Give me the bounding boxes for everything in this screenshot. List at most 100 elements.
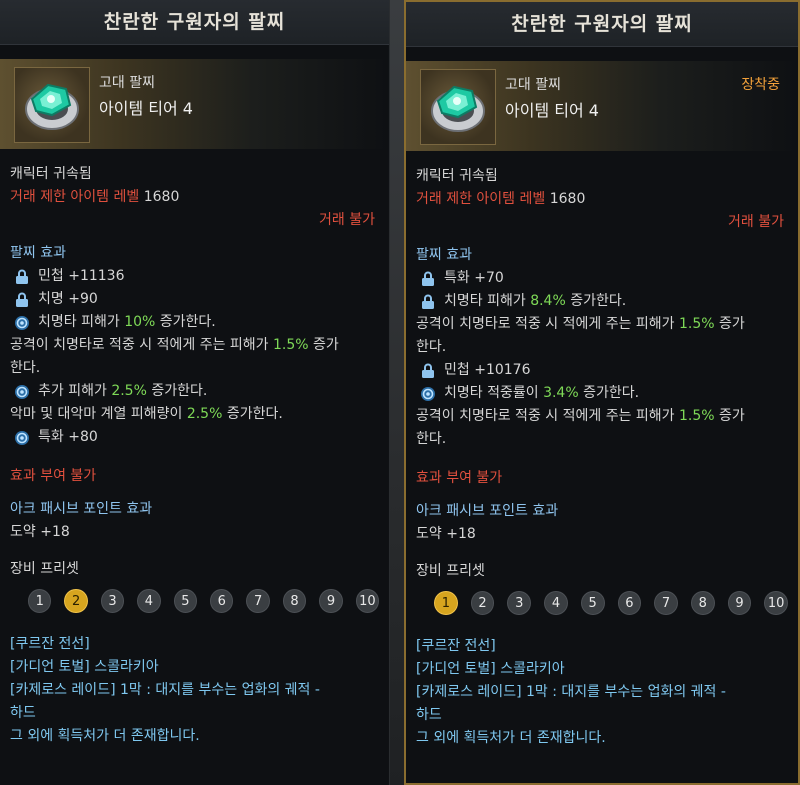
preset-header: 장비 프리셋: [416, 563, 485, 579]
effect-text: 치명타 피해가 10% 증가한다.: [38, 314, 216, 330]
source-item: [카제로스 레이드] 1막 : 대지를 부수는 업화의 궤적 -: [416, 684, 726, 700]
preset-button-8[interactable]: 8: [690, 591, 715, 615]
item-tier: 아이템 티어 4: [99, 99, 193, 118]
preset-list: 1 2 3 4 5 6 7 8 9 10: [416, 591, 789, 615]
effect-text: 공격이 치명타로 적중 시 적에게 주는 피해가 1.5% 증가: [10, 337, 339, 353]
preset-button-1[interactable]: 1: [434, 591, 458, 615]
effect-line: 특화 +80: [10, 426, 379, 449]
equipped-badge: 장착중: [741, 77, 780, 93]
source-item: [가디언 토벌] 스콜라키아: [10, 659, 159, 675]
effect-text: 특화 +80: [38, 429, 98, 445]
effect-line: 치명타 피해가 10% 증가한다.: [10, 311, 379, 334]
trade-status: 거래 불가: [728, 214, 784, 230]
source-item: [쿠르잔 전선]: [10, 636, 90, 652]
bracelet-icon: [420, 69, 496, 145]
effect-text: 한다.: [416, 339, 447, 355]
trade-limit: 거래 제한 아이템 레벨 1680: [416, 188, 788, 211]
preset-button-9[interactable]: 9: [319, 589, 343, 613]
preset-button-6[interactable]: 6: [210, 589, 234, 613]
effect-line: 민첩 +10176: [416, 359, 788, 382]
preset-button-4[interactable]: 4: [544, 591, 568, 615]
preset-button-5[interactable]: 5: [580, 591, 605, 615]
effect-line: 민첩 +11136: [10, 265, 379, 288]
bound-status: 캐릭터 귀속됨: [10, 166, 92, 182]
effect-line: 추가 피해가 2.5% 증가한다.: [10, 380, 379, 403]
item-header: 고대 팔찌 아이템 티어 4: [0, 59, 389, 149]
source-item: [쿠르잔 전선]: [416, 638, 496, 654]
source-item: [카제로스 레이드] 1막 : 대지를 부수는 업화의 궤적 -: [10, 682, 320, 698]
effect-text: 치명타 피해가 8.4% 증가한다.: [444, 293, 627, 309]
effect-line: 치명 +90: [10, 288, 379, 311]
lock-icon: [16, 292, 28, 307]
effect-text: 공격이 치명타로 적중 시 적에게 주는 피해가 1.5% 증가: [416, 408, 745, 424]
preset-button-7[interactable]: 7: [246, 589, 270, 613]
bracelet-icon: [14, 67, 90, 143]
trade-limit-label: 거래 제한 아이템 레벨: [416, 191, 546, 207]
preset-button-1[interactable]: 1: [28, 589, 52, 613]
lock-icon: [16, 269, 28, 284]
preset-button-10[interactable]: 10: [355, 589, 380, 613]
item-grade: 고대 팔찌: [505, 77, 561, 93]
effect-line: 치명타 피해가 8.4% 증가한다.: [416, 290, 788, 313]
preset-button-6[interactable]: 6: [617, 591, 642, 615]
effect-text: 악마 및 대악마 계열 피해량이 2.5% 증가한다.: [10, 406, 283, 422]
source-item: 그 외에 획득처가 더 존재합니다.: [416, 730, 606, 746]
source-item: 하드: [10, 705, 36, 721]
effect-text: 한다.: [416, 431, 447, 447]
source-list: [쿠르잔 전선] [가디언 토벌] 스콜라키아 [카제로스 레이드] 1막 : …: [10, 633, 379, 748]
item-grade: 고대 팔찌: [99, 75, 155, 91]
source-item: 그 외에 획득처가 더 존재합니다.: [10, 728, 200, 744]
preset-button-10[interactable]: 10: [764, 591, 789, 615]
trade-limit-value: 1680: [549, 191, 586, 207]
no-effect-label: 효과 부여 불가: [416, 470, 503, 486]
preset-button-3[interactable]: 3: [507, 591, 532, 615]
effect-header: 팔찌 효과: [10, 245, 66, 261]
source-item: [가디언 토벌] 스콜라키아: [416, 661, 565, 677]
effect-text: 추가 피해가 2.5% 증가한다.: [38, 383, 208, 399]
swirl-icon: [421, 386, 435, 401]
item-header: 고대 팔찌 아이템 티어 4 장착중: [406, 61, 798, 151]
ark-value: 도약 +18: [416, 526, 476, 542]
preset-button-4[interactable]: 4: [137, 589, 161, 613]
item-title: 찬란한 구원자의 팔찌: [406, 2, 798, 47]
effect-text: 치명타 적중률이 3.4% 증가한다.: [444, 385, 640, 401]
preset-button-2[interactable]: 2: [470, 591, 495, 615]
preset-header: 장비 프리셋: [10, 561, 79, 577]
preset-button-8[interactable]: 8: [282, 589, 307, 613]
ark-header: 아크 패시브 포인트 효과: [416, 503, 559, 519]
preset-button-2[interactable]: 2: [64, 589, 88, 613]
trade-limit-label: 거래 제한 아이템 레벨: [10, 189, 140, 205]
no-effect-label: 효과 부여 불가: [10, 468, 97, 484]
preset-button-3[interactable]: 3: [100, 589, 125, 613]
preset-button-7[interactable]: 7: [654, 591, 678, 615]
effect-text: 민첩 +10176: [444, 362, 531, 378]
ark-header: 아크 패시브 포인트 효과: [10, 501, 153, 517]
effect-line: 치명타 적중률이 3.4% 증가한다.: [416, 382, 788, 405]
swirl-icon: [15, 430, 29, 445]
lock-icon: [422, 363, 434, 378]
effect-header: 팔찌 효과: [416, 247, 472, 263]
source-item: 하드: [416, 707, 442, 723]
preset-button-5[interactable]: 5: [173, 589, 198, 613]
effect-line: 특화 +70: [416, 267, 788, 290]
ark-value: 도약 +18: [10, 524, 70, 540]
tooltip-panel-right: 찬란한 구원자의 팔찌 고대 팔찌 아이템 티어 4 장착중 캐릭터 귀속됨 거…: [404, 0, 800, 785]
lock-icon: [422, 271, 434, 286]
bound-status: 캐릭터 귀속됨: [416, 168, 498, 184]
effect-text: 민첩 +11136: [38, 268, 125, 284]
trade-status: 거래 불가: [319, 212, 375, 228]
trade-limit: 거래 제한 아이템 레벨 1680: [10, 186, 379, 209]
swirl-icon: [15, 384, 29, 399]
swirl-icon: [15, 315, 29, 330]
effect-text: 치명 +90: [38, 291, 98, 307]
source-list: [쿠르잔 전선] [가디언 토벌] 스콜라키아 [카제로스 레이드] 1막 : …: [416, 635, 788, 750]
effect-text: 공격이 치명타로 적중 시 적에게 주는 피해가 1.5% 증가: [416, 316, 745, 332]
effect-text: 한다.: [10, 360, 41, 376]
preset-button-9[interactable]: 9: [727, 591, 752, 615]
preset-list: 1 2 3 4 5 6 7 8 9 10: [10, 589, 380, 613]
effect-text: 특화 +70: [444, 270, 504, 286]
tooltip-panel-left: 찬란한 구원자의 팔찌 고대 팔찌 아이템 티어 4 캐릭터 귀속됨 거래 제한…: [0, 0, 390, 785]
trade-limit-value: 1680: [143, 189, 180, 205]
lock-icon: [422, 294, 434, 309]
item-title: 찬란한 구원자의 팔찌: [0, 0, 389, 45]
